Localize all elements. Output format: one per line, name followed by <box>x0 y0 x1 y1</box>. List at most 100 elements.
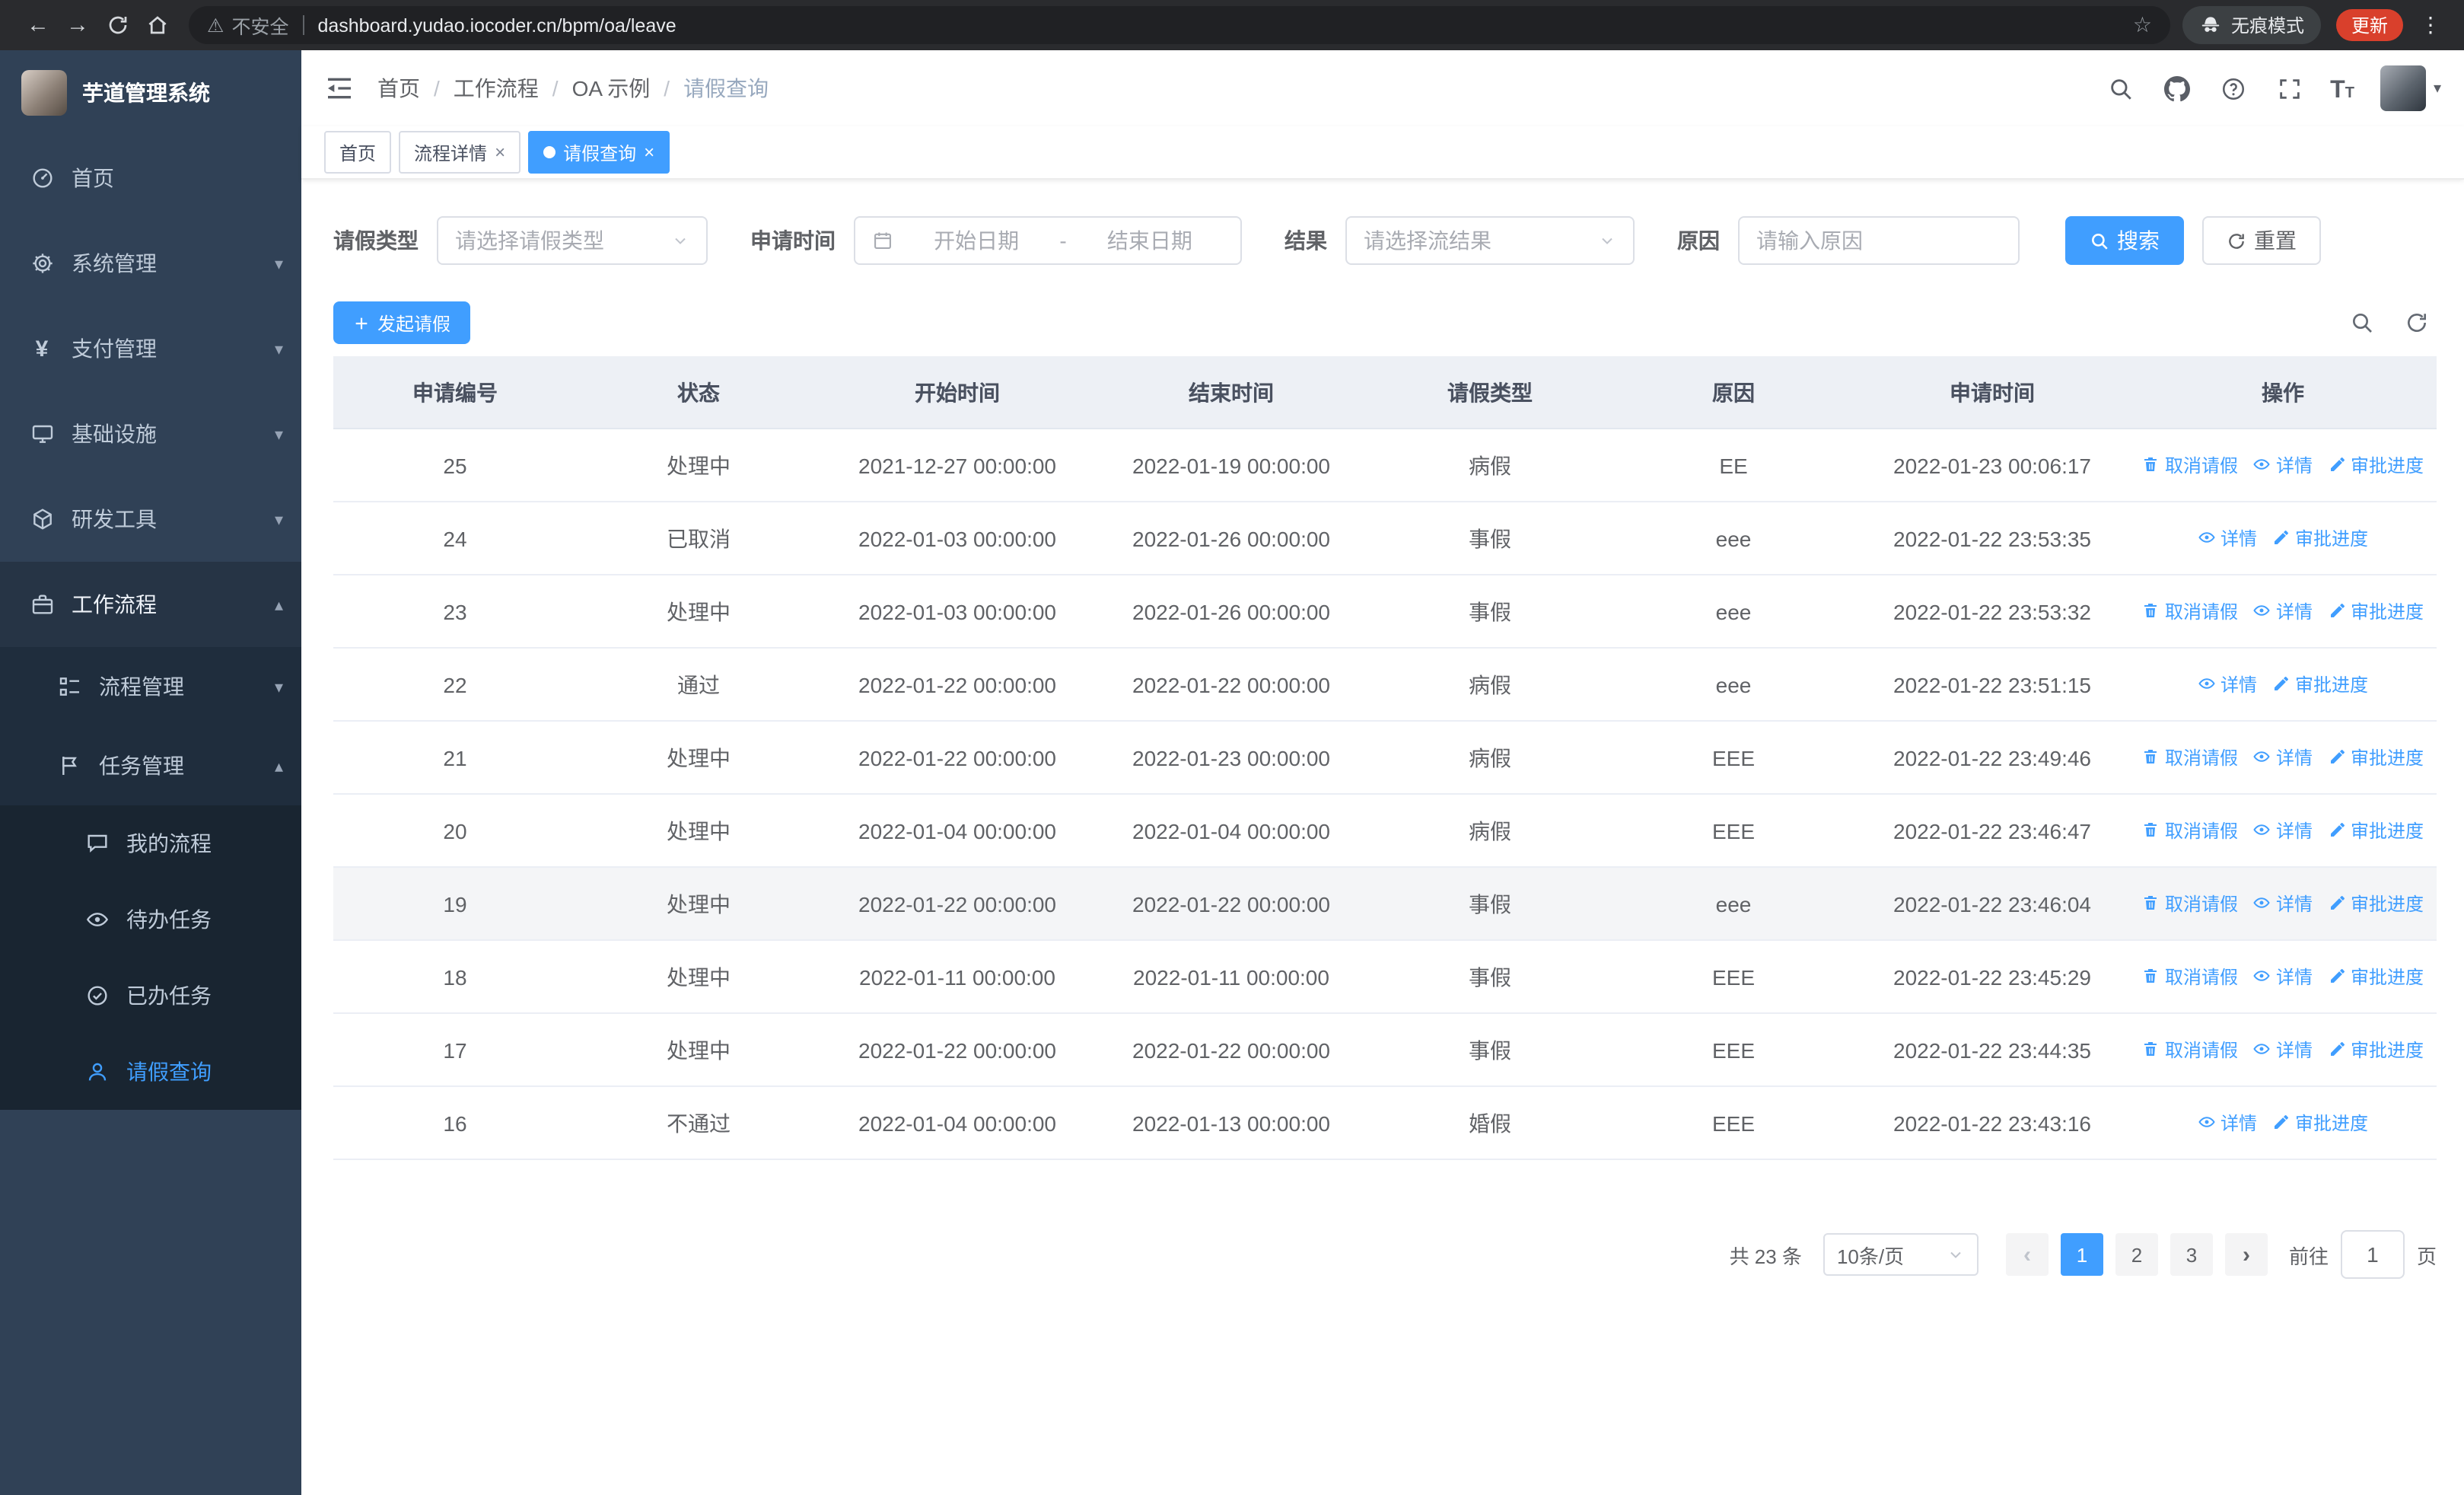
prev-page-button[interactable]: ‹ <box>2005 1233 2049 1276</box>
table-cell: 24 <box>333 502 577 575</box>
table-cell: 2021-12-27 00:00:00 <box>820 429 1094 502</box>
close-icon[interactable]: × <box>495 143 505 161</box>
url-text[interactable]: dashboard.yudao.iocoder.cn/bpm/oa/leave <box>317 14 676 36</box>
breadcrumb-oa-example[interactable]: OA 示例 <box>572 73 651 104</box>
create-leave-button[interactable]: 发起请假 <box>333 301 471 344</box>
search-button[interactable]: 搜索 <box>2065 216 2184 265</box>
progress-link[interactable]: 审批进度 <box>2328 964 2424 990</box>
browser-forward-button[interactable]: → <box>58 5 97 45</box>
browser-home-button[interactable] <box>137 5 177 45</box>
sidebar-item-done-tasks[interactable]: 已办任务 <box>0 958 301 1034</box>
refresh-table-icon[interactable] <box>2403 309 2431 336</box>
avatar-caret-icon[interactable]: ▾ <box>2434 80 2441 97</box>
sidebar-item-process-mgmt[interactable]: 流程管理 ▾ <box>0 647 301 726</box>
security-chip[interactable]: ⚠ 不安全 <box>207 11 288 40</box>
tab-home[interactable]: 首页 <box>324 131 392 174</box>
start-date-placeholder[interactable]: 开始日期 <box>903 225 1050 256</box>
end-date-placeholder[interactable]: 结束日期 <box>1076 225 1224 256</box>
edit-icon <box>2330 604 2344 618</box>
progress-link[interactable]: 审批进度 <box>2328 1037 2424 1063</box>
browser-update-button[interactable]: 更新 <box>2335 9 2403 41</box>
reset-button[interactable]: 重置 <box>2202 216 2321 265</box>
detail-link[interactable]: 详情 <box>2198 671 2257 697</box>
page-button-2[interactable]: 2 <box>2115 1233 2158 1276</box>
help-icon[interactable] <box>2217 73 2248 104</box>
progress-link[interactable]: 审批进度 <box>2272 1110 2368 1136</box>
cancel-leave-link[interactable]: 取消请假 <box>2142 744 2238 770</box>
warning-icon: ⚠ <box>207 15 224 37</box>
sidebar-item-devtools[interactable]: 研发工具 ▾ <box>0 477 301 562</box>
detail-link[interactable]: 详情 <box>2253 598 2313 624</box>
incognito-label: 无痕模式 <box>2230 15 2304 37</box>
tab-process-detail[interactable]: 流程详情 × <box>399 131 521 174</box>
leave-type-select[interactable]: 请选择请假类型 <box>437 216 708 265</box>
browser-reload-button[interactable] <box>97 5 137 45</box>
cancel-leave-link[interactable]: 取消请假 <box>2142 891 2238 916</box>
page-button-1[interactable]: 1 <box>2060 1233 2103 1276</box>
sidebar-item-my-processes[interactable]: 我的流程 <box>0 805 301 881</box>
cancel-leave-link[interactable]: 取消请假 <box>2142 964 2238 990</box>
table-cell: 处理中 <box>577 940 820 1014</box>
search-icon[interactable] <box>2105 73 2135 104</box>
sidebar-item-home[interactable]: 首页 <box>0 135 301 221</box>
progress-link[interactable]: 审批进度 <box>2272 525 2368 551</box>
goto-label: 前往 <box>2288 1245 2329 1267</box>
detail-link[interactable]: 详情 <box>2253 964 2313 990</box>
progress-link[interactable]: 审批进度 <box>2272 671 2368 697</box>
sidebar-item-system[interactable]: 系统管理 ▾ <box>0 221 301 306</box>
page-button-3[interactable]: 3 <box>2170 1233 2213 1276</box>
app-logo-link[interactable]: 芋道管理系统 <box>0 50 301 135</box>
browser-menu-icon[interactable]: ⋮ <box>2415 12 2446 38</box>
detail-link[interactable]: 详情 <box>2198 1110 2257 1136</box>
progress-link[interactable]: 审批进度 <box>2328 891 2424 916</box>
progress-link[interactable]: 审批进度 <box>2328 744 2424 770</box>
detail-link[interactable]: 详情 <box>2253 452 2313 478</box>
tab-leave-query[interactable]: 请假查询 × <box>528 131 670 174</box>
detail-link[interactable]: 详情 <box>2253 818 2313 843</box>
sidebar-item-infrastructure[interactable]: 基础设施 ▾ <box>0 391 301 477</box>
reason-input[interactable] <box>1738 216 2020 265</box>
cancel-leave-link[interactable]: 取消请假 <box>2142 452 2238 478</box>
fullscreen-icon[interactable] <box>2274 73 2304 104</box>
result-select[interactable]: 请选择流结果 <box>1345 216 1635 265</box>
cancel-leave-link[interactable]: 取消请假 <box>2142 1037 2238 1063</box>
browser-toolbar: ← → ⚠ 不安全 dashboard.yudao.iocoder.cn/bpm… <box>0 0 2464 50</box>
breadcrumb-workflow[interactable]: 工作流程 <box>454 73 539 104</box>
avatar[interactable] <box>2380 65 2426 111</box>
sidebar-item-todo-tasks[interactable]: 待办任务 <box>0 881 301 958</box>
goto-page-input[interactable] <box>2340 1230 2405 1279</box>
breadcrumb-home[interactable]: 首页 <box>377 73 420 104</box>
progress-link[interactable]: 审批进度 <box>2328 598 2424 624</box>
sidebar-item-leave-query[interactable]: 请假查询 <box>0 1034 301 1110</box>
progress-link[interactable]: 审批进度 <box>2328 452 2424 478</box>
cancel-leave-link[interactable]: 取消请假 <box>2142 818 2238 843</box>
progress-link[interactable]: 审批进度 <box>2328 818 2424 843</box>
op-label: 审批进度 <box>2351 893 2424 915</box>
address-bar[interactable]: ⚠ 不安全 dashboard.yudao.iocoder.cn/bpm/oa/… <box>189 6 2170 44</box>
close-icon[interactable]: × <box>644 143 654 161</box>
sidebar-item-workflow[interactable]: 工作流程 ▴ <box>0 562 301 647</box>
font-size-icon[interactable]: TT <box>2330 73 2354 104</box>
detail-link[interactable]: 详情 <box>2198 525 2257 551</box>
table-cell: 2022-01-22 23:49:46 <box>1855 721 2129 795</box>
table-cell: 19 <box>333 867 577 941</box>
page-size-select[interactable]: 10条/页 <box>1823 1233 1979 1276</box>
column-header: 请假类型 <box>1368 356 1612 429</box>
detail-link[interactable]: 详情 <box>2253 744 2313 770</box>
github-icon[interactable] <box>2161 73 2192 104</box>
detail-link[interactable]: 详情 <box>2253 1037 2313 1063</box>
table-header-row: 申请编号 状态 开始时间 结束时间 请假类型 原因 申请时间 操作 <box>333 356 2437 429</box>
bookmark-star-icon[interactable]: ☆ <box>2133 12 2152 38</box>
browser-back-button[interactable]: ← <box>18 5 58 45</box>
app-logo <box>21 70 67 116</box>
detail-link[interactable]: 详情 <box>2253 891 2313 916</box>
sidebar-item-task-mgmt[interactable]: 任务管理 ▴ <box>0 726 301 805</box>
sidebar-item-payment[interactable]: ¥ 支付管理 ▾ <box>0 306 301 391</box>
apply-time-range-input[interactable]: 开始日期 - 结束日期 <box>854 216 1242 265</box>
sidebar-fold-icon[interactable] <box>324 73 355 104</box>
hide-search-icon[interactable] <box>2348 309 2376 336</box>
cube-icon <box>29 506 55 532</box>
cancel-leave-link[interactable]: 取消请假 <box>2142 598 2238 624</box>
column-header: 申请时间 <box>1855 356 2129 429</box>
next-page-button[interactable]: › <box>2224 1233 2268 1276</box>
